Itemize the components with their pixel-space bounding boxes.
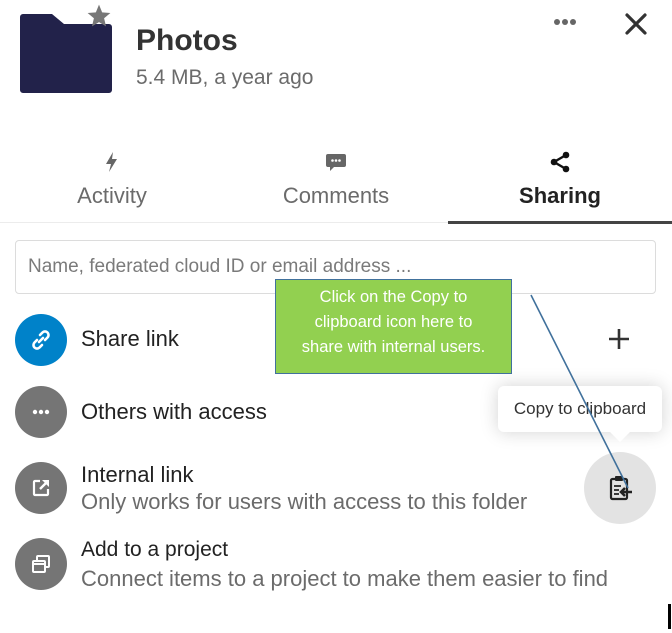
file-title: Photos [136,24,238,57]
external-link-icon [32,479,50,497]
share-link-label: Share link [81,326,179,351]
add-icon[interactable] [605,325,633,353]
tab-label: Comments [282,183,390,208]
link-icon [32,330,50,350]
tab-activity[interactable]: Activity [0,145,224,222]
copy-to-clipboard-tooltip: Copy to clipboard [498,386,662,442]
tab-sharing[interactable]: Sharing [448,145,672,224]
annotation-callout: Click on the Copy to clipboard icon here… [275,279,512,374]
callout-line: share with internal users. [301,338,486,356]
sidebar-tabs: Activity Comments Sharing [0,145,672,224]
more-icon[interactable] [550,10,580,34]
share-icon [550,151,570,173]
clipboard-icon [609,476,632,501]
internal-link-row: Internal link Only works for users with … [15,462,655,518]
others-with-access-label: Others with access [81,399,267,424]
internal-link-label: Internal link [81,462,194,487]
others-avatar [15,386,67,438]
tab-comments[interactable]: Comments [224,145,448,222]
tab-label: Activity [77,183,147,208]
file-meta: 5.4 MB, a year ago [136,66,314,89]
text-cursor [668,604,671,629]
link-avatar [15,314,67,366]
add-to-project-row[interactable]: Add to a project Connect items to a proj… [15,538,655,594]
project-icon [32,555,50,573]
close-icon[interactable] [622,10,650,38]
star-icon[interactable] [86,3,112,29]
callout-line: Click on the Copy to [319,288,468,306]
comment-icon [326,154,346,171]
internal-link-avatar [15,462,67,514]
dots-icon [32,409,50,415]
project-avatar [15,538,67,590]
copy-to-clipboard-button[interactable] [584,452,656,524]
add-to-project-description: Connect items to a project to make them … [81,566,609,591]
internal-link-description: Only works for users with access to this… [81,489,528,514]
lightning-icon [106,152,117,172]
add-to-project-label: Add to a project [81,538,229,561]
tab-label: Sharing [519,183,601,208]
callout-line: clipboard icon here to [314,313,473,331]
